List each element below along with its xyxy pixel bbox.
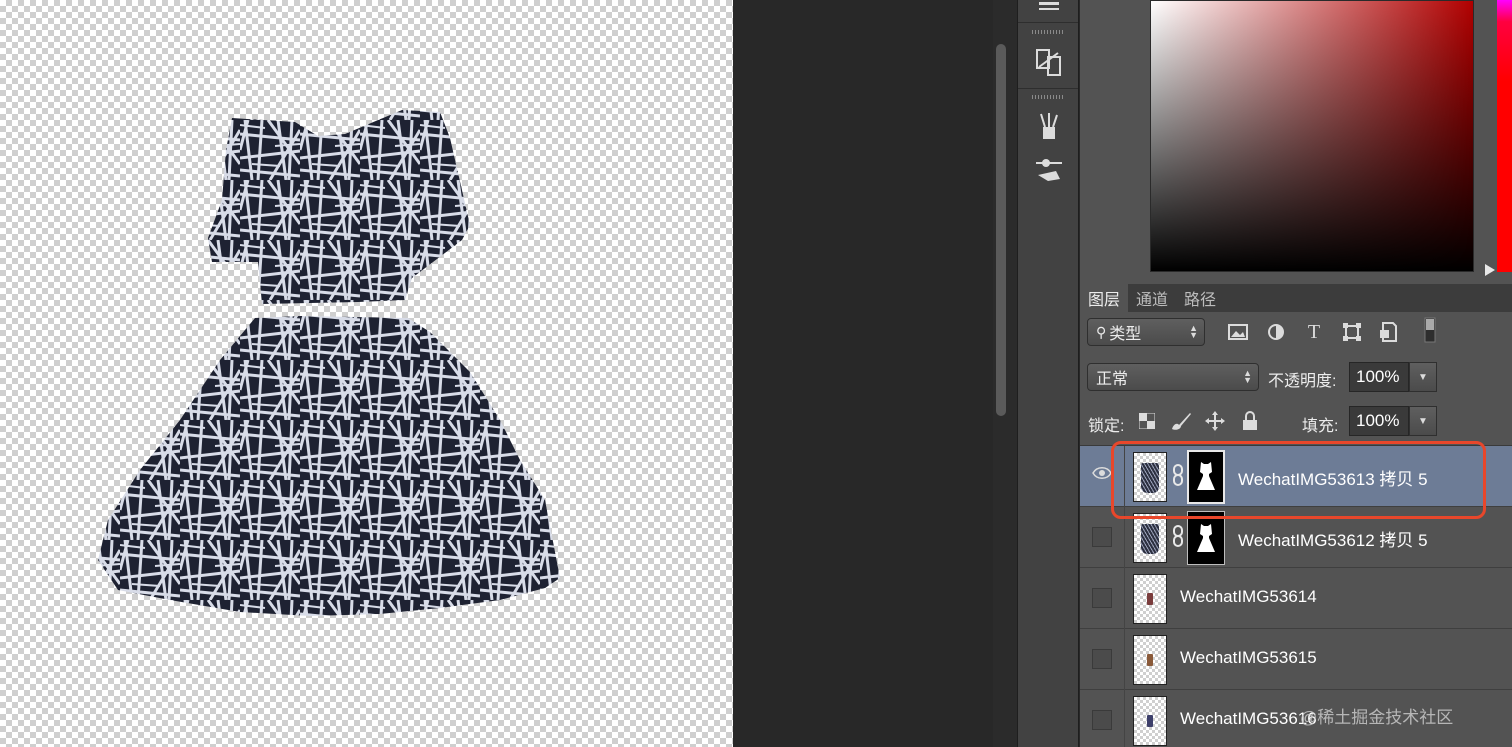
strip-divider	[1018, 88, 1078, 89]
layer-thumbnail[interactable]	[1133, 574, 1167, 624]
layer-thumbnail[interactable]	[1133, 513, 1167, 563]
photoshop-window: 图层 通道 路径 ⚲ 类型 ▲ ▼ T 正常 ▲ ▼ 不透明度: 100% ▼ 锁定…	[0, 0, 1512, 747]
layer-name[interactable]: WechatIMG53613 拷贝 5	[1238, 465, 1428, 490]
type-layer-filter-icon[interactable]: T	[1302, 320, 1326, 344]
chevron-down-icon: ▼	[1418, 371, 1428, 383]
select-arrows-icon: ▲ ▼	[1243, 368, 1252, 385]
opacity-label: 不透明度:	[1268, 373, 1337, 390]
chevron-down-icon: ▼	[1418, 415, 1428, 427]
brush-presets-icon[interactable]	[1026, 106, 1072, 146]
tab-channels[interactable]: 通道	[1128, 284, 1176, 312]
adjustments-icon[interactable]	[1026, 0, 1072, 14]
visibility-toggle[interactable]	[1092, 649, 1112, 669]
visibility-toggle[interactable]	[1092, 710, 1112, 730]
lock-label: 锁定:	[1088, 418, 1125, 435]
small-object-icon	[1147, 593, 1153, 605]
blend-mode-select[interactable]: 正常 ▲ ▼	[1087, 363, 1259, 391]
layer-mask-thumbnail[interactable]	[1187, 511, 1225, 565]
filter-toggle-switch[interactable]	[1418, 317, 1442, 343]
search-icon: ⚲	[1096, 323, 1107, 340]
layer-row[interactable]: WechatIMG53615	[1080, 629, 1512, 690]
layer-thumbnail[interactable]	[1133, 696, 1167, 746]
visibility-toggle[interactable]	[1092, 588, 1112, 608]
scrollbar-thumb[interactable]	[996, 44, 1006, 416]
dress-top	[208, 110, 470, 304]
grip-handle[interactable]	[1032, 30, 1064, 34]
watermark-text: @稀土掘金技术社区	[1300, 708, 1454, 727]
hue-slider[interactable]	[1497, 0, 1512, 272]
clone-source-icon[interactable]	[1026, 42, 1072, 82]
brush-settings-icon[interactable]	[1026, 150, 1072, 190]
select-arrows-icon: ▲ ▼	[1189, 323, 1198, 340]
hue-slider-marker[interactable]	[1485, 264, 1495, 276]
layers-panel-tabs: 图层 通道 路径	[1080, 284, 1512, 312]
pasteboard	[733, 0, 993, 747]
fill-label: 填充:	[1302, 418, 1339, 435]
visibility-column-divider	[1124, 629, 1125, 690]
pixel-layer-filter-icon[interactable]	[1226, 320, 1250, 344]
layer-name[interactable]: WechatIMG53615	[1180, 648, 1317, 668]
filter-kind-label: 类型	[1109, 326, 1142, 343]
fill-input[interactable]: 100%	[1349, 406, 1409, 436]
layers-list: WechatIMG53613 拷贝 5 WechatIMG53612 拷贝 5 …	[1080, 445, 1512, 747]
lock-position-icon[interactable]	[1204, 410, 1226, 432]
layer-mask-thumbnail[interactable]	[1187, 450, 1225, 504]
visibility-column-divider	[1124, 507, 1125, 568]
dress-thumbnail-icon	[1141, 524, 1159, 554]
layer-thumbnail[interactable]	[1133, 452, 1167, 502]
small-object-icon	[1147, 654, 1153, 666]
layer-row[interactable]: WechatIMG53613 拷贝 5	[1080, 446, 1512, 507]
smart-object-filter-icon[interactable]	[1376, 320, 1400, 344]
small-object-icon	[1147, 715, 1153, 727]
dress-image	[98, 110, 560, 616]
dress-mask-icon	[1197, 462, 1215, 490]
visibility-column-divider	[1124, 568, 1125, 629]
dress-thumbnail-icon	[1141, 463, 1159, 493]
visibility-column-divider	[1124, 446, 1125, 507]
visibility-toggle[interactable]	[1092, 527, 1112, 547]
chain-link-icon[interactable]	[1171, 525, 1185, 549]
layer-name[interactable]: WechatIMG53612 拷贝 5	[1238, 526, 1428, 551]
tab-layers[interactable]: 图层	[1080, 284, 1129, 312]
layer-row[interactable]: WechatIMG53612 拷贝 5	[1080, 507, 1512, 568]
panel-dock-strip	[1017, 0, 1079, 747]
lock-image-pixels-icon[interactable]	[1170, 410, 1192, 432]
strip-divider	[1018, 22, 1078, 23]
lock-transparent-pixels-icon[interactable]	[1136, 410, 1158, 432]
fill-dropdown-button[interactable]: ▼	[1409, 406, 1437, 436]
grip-handle[interactable]	[1032, 95, 1064, 99]
shape-layer-filter-icon[interactable]	[1340, 320, 1364, 344]
layer-row[interactable]: WechatIMG53614	[1080, 568, 1512, 629]
color-picker-field[interactable]	[1150, 0, 1474, 272]
opacity-input[interactable]: 100%	[1349, 362, 1409, 392]
layer-name[interactable]: WechatIMG53614	[1180, 587, 1317, 607]
layer-name[interactable]: WechatIMG53616	[1180, 709, 1317, 729]
visibility-column-divider	[1124, 690, 1125, 747]
opacity-dropdown-button[interactable]: ▼	[1409, 362, 1437, 392]
dress-mask-icon	[1197, 524, 1215, 552]
eye-icon[interactable]	[1092, 466, 1112, 486]
layer-thumbnail[interactable]	[1133, 635, 1167, 685]
chain-link-icon[interactable]	[1171, 464, 1185, 488]
lock-all-icon[interactable]	[1239, 410, 1261, 432]
dress-skirt	[98, 316, 560, 616]
layer-filter-select[interactable]: ⚲ 类型 ▲ ▼	[1087, 318, 1205, 346]
tab-paths[interactable]: 路径	[1176, 284, 1224, 312]
blend-mode-value: 正常	[1096, 371, 1129, 388]
document-canvas[interactable]	[0, 0, 733, 747]
adjustment-layer-filter-icon[interactable]	[1264, 320, 1288, 344]
